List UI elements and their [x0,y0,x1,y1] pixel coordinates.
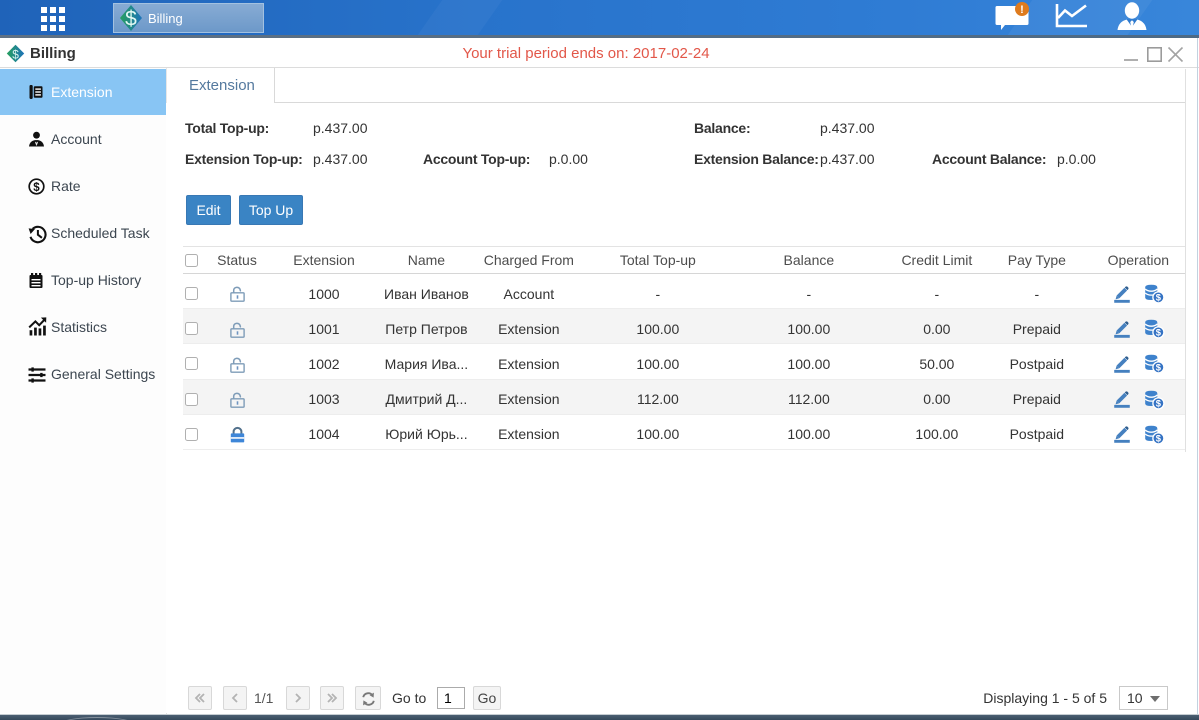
svg-text:$: $ [1156,398,1162,408]
svg-text:$: $ [33,182,40,194]
svg-text:$: $ [1156,433,1162,443]
svg-text:$: $ [125,8,137,31]
svg-text:$: $ [1156,328,1162,338]
svg-text:$: $ [1156,293,1162,303]
svg-text:!: ! [1020,4,1024,16]
svg-text:$: $ [1156,363,1162,373]
